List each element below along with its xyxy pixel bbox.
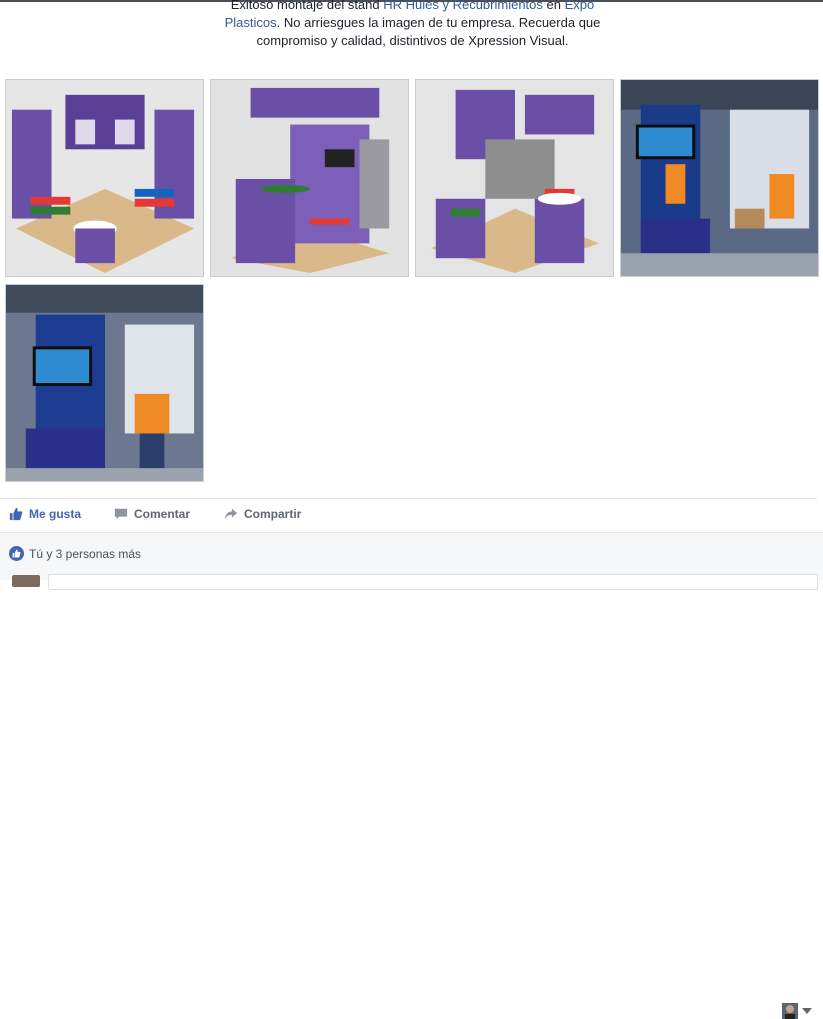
reactions-summary[interactable]: Tú y 3 personas más xyxy=(9,546,141,561)
company-link[interactable]: HR Hules y Recubrimientos xyxy=(383,0,543,12)
comment-label: Comentar xyxy=(134,507,191,521)
comment-button[interactable]: Comentar xyxy=(114,507,190,521)
post-photo-2[interactable] xyxy=(210,79,409,277)
post-photo-4[interactable] xyxy=(620,79,819,277)
stand-render-image xyxy=(416,80,613,276)
post-actions-bar: Me gusta Comentar Compartir xyxy=(0,498,817,1019)
caption-text: . No arriesgues la imagen de tu empresa.… xyxy=(276,15,601,30)
chevron-down-icon xyxy=(802,1008,812,1014)
thumbs-up-icon xyxy=(9,507,23,521)
caption-text: en xyxy=(542,0,565,12)
post-photo-3[interactable] xyxy=(415,79,614,277)
comment-bubble-icon xyxy=(114,508,128,520)
share-arrow-icon xyxy=(224,508,238,520)
caption-text: compromiso y calidad, distintivos de Xpr… xyxy=(256,33,569,48)
caption-text: Exitoso montaje del stand xyxy=(230,0,384,12)
like-reaction-icon xyxy=(9,546,24,561)
reactions-text: Tú y 3 personas más xyxy=(29,546,142,561)
avatar xyxy=(782,1003,798,1019)
event-link-part1[interactable]: Expo xyxy=(565,0,595,12)
like-label: Me gusta xyxy=(29,507,82,521)
like-button[interactable]: Me gusta xyxy=(9,507,81,521)
stand-photo-image xyxy=(621,80,818,276)
stand-photo-image xyxy=(6,285,203,481)
share-button[interactable]: Compartir xyxy=(224,507,301,521)
post-photo-1[interactable] xyxy=(5,79,204,277)
comment-avatar xyxy=(12,575,40,587)
comment-input[interactable] xyxy=(48,574,818,590)
post-photo-5[interactable] xyxy=(5,284,204,482)
stand-render-image xyxy=(211,80,408,276)
post-caption: Exitoso montaje del stand HR Hules y Rec… xyxy=(180,0,645,50)
viewer-selector[interactable] xyxy=(782,1003,812,1019)
stand-render-image xyxy=(6,80,203,276)
feedback-area: Tú y 3 personas más xyxy=(0,532,823,590)
event-link-part2[interactable]: Plasticos xyxy=(225,15,277,30)
share-label: Compartir xyxy=(244,507,302,521)
